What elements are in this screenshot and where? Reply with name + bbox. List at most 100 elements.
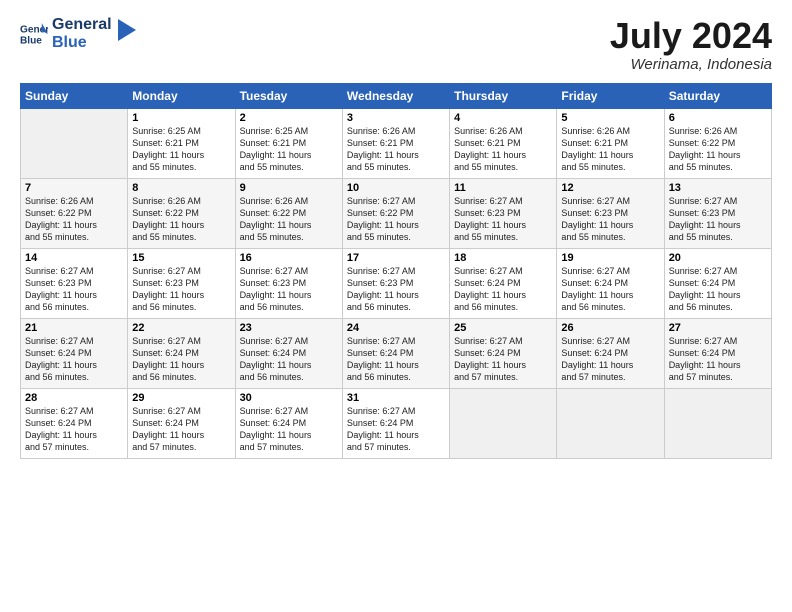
title-block: July 2024 Werinama, Indonesia	[610, 16, 772, 73]
day-info: Sunrise: 6:27 AM Sunset: 6:24 PM Dayligh…	[561, 265, 659, 314]
day-number: 21	[25, 322, 123, 334]
day-number: 11	[454, 182, 552, 194]
day-number: 25	[454, 322, 552, 334]
col-tuesday: Tuesday	[235, 83, 342, 108]
day-number: 16	[240, 252, 338, 264]
day-info: Sunrise: 6:27 AM Sunset: 6:24 PM Dayligh…	[454, 265, 552, 314]
day-number: 2	[240, 112, 338, 124]
day-cell: 31Sunrise: 6:27 AM Sunset: 6:24 PM Dayli…	[342, 388, 449, 458]
day-cell: 1Sunrise: 6:25 AM Sunset: 6:21 PM Daylig…	[128, 108, 235, 178]
day-info: Sunrise: 6:27 AM Sunset: 6:22 PM Dayligh…	[347, 195, 445, 244]
day-info: Sunrise: 6:27 AM Sunset: 6:24 PM Dayligh…	[240, 405, 338, 454]
day-info: Sunrise: 6:27 AM Sunset: 6:24 PM Dayligh…	[132, 335, 230, 384]
day-cell: 8Sunrise: 6:26 AM Sunset: 6:22 PM Daylig…	[128, 178, 235, 248]
month-year-title: July 2024	[610, 16, 772, 56]
day-info: Sunrise: 6:27 AM Sunset: 6:24 PM Dayligh…	[561, 335, 659, 384]
day-number: 29	[132, 392, 230, 404]
day-info: Sunrise: 6:26 AM Sunset: 6:22 PM Dayligh…	[132, 195, 230, 244]
day-cell: 5Sunrise: 6:26 AM Sunset: 6:21 PM Daylig…	[557, 108, 664, 178]
logo-icon: General Blue	[20, 20, 48, 48]
day-info: Sunrise: 6:26 AM Sunset: 6:22 PM Dayligh…	[25, 195, 123, 244]
day-cell: 23Sunrise: 6:27 AM Sunset: 6:24 PM Dayli…	[235, 318, 342, 388]
col-thursday: Thursday	[450, 83, 557, 108]
day-number: 7	[25, 182, 123, 194]
day-number: 6	[669, 112, 767, 124]
header-row: Sunday Monday Tuesday Wednesday Thursday…	[21, 83, 772, 108]
day-number: 15	[132, 252, 230, 264]
day-info: Sunrise: 6:27 AM Sunset: 6:23 PM Dayligh…	[454, 195, 552, 244]
day-cell: 6Sunrise: 6:26 AM Sunset: 6:22 PM Daylig…	[664, 108, 771, 178]
day-number: 9	[240, 182, 338, 194]
day-number: 12	[561, 182, 659, 194]
day-info: Sunrise: 6:27 AM Sunset: 6:24 PM Dayligh…	[669, 335, 767, 384]
day-cell: 26Sunrise: 6:27 AM Sunset: 6:24 PM Dayli…	[557, 318, 664, 388]
day-number: 1	[132, 112, 230, 124]
day-cell: 24Sunrise: 6:27 AM Sunset: 6:24 PM Dayli…	[342, 318, 449, 388]
day-number: 31	[347, 392, 445, 404]
week-row-2: 7Sunrise: 6:26 AM Sunset: 6:22 PM Daylig…	[21, 178, 772, 248]
day-cell: 29Sunrise: 6:27 AM Sunset: 6:24 PM Dayli…	[128, 388, 235, 458]
day-cell: 28Sunrise: 6:27 AM Sunset: 6:24 PM Dayli…	[21, 388, 128, 458]
day-cell	[664, 388, 771, 458]
calendar-table: Sunday Monday Tuesday Wednesday Thursday…	[20, 83, 772, 459]
day-cell: 13Sunrise: 6:27 AM Sunset: 6:23 PM Dayli…	[664, 178, 771, 248]
day-info: Sunrise: 6:27 AM Sunset: 6:24 PM Dayligh…	[454, 335, 552, 384]
day-number: 4	[454, 112, 552, 124]
logo-line2: Blue	[52, 34, 112, 52]
day-cell: 3Sunrise: 6:26 AM Sunset: 6:21 PM Daylig…	[342, 108, 449, 178]
week-row-3: 14Sunrise: 6:27 AM Sunset: 6:23 PM Dayli…	[21, 248, 772, 318]
day-cell: 4Sunrise: 6:26 AM Sunset: 6:21 PM Daylig…	[450, 108, 557, 178]
day-number: 8	[132, 182, 230, 194]
day-info: Sunrise: 6:26 AM Sunset: 6:21 PM Dayligh…	[347, 125, 445, 174]
day-number: 19	[561, 252, 659, 264]
day-info: Sunrise: 6:27 AM Sunset: 6:23 PM Dayligh…	[669, 195, 767, 244]
day-info: Sunrise: 6:27 AM Sunset: 6:23 PM Dayligh…	[240, 265, 338, 314]
day-cell: 17Sunrise: 6:27 AM Sunset: 6:23 PM Dayli…	[342, 248, 449, 318]
day-number: 26	[561, 322, 659, 334]
location-subtitle: Werinama, Indonesia	[610, 56, 772, 73]
day-info: Sunrise: 6:25 AM Sunset: 6:21 PM Dayligh…	[240, 125, 338, 174]
day-cell: 9Sunrise: 6:26 AM Sunset: 6:22 PM Daylig…	[235, 178, 342, 248]
col-friday: Friday	[557, 83, 664, 108]
day-info: Sunrise: 6:26 AM Sunset: 6:21 PM Dayligh…	[561, 125, 659, 174]
week-row-5: 28Sunrise: 6:27 AM Sunset: 6:24 PM Dayli…	[21, 388, 772, 458]
day-info: Sunrise: 6:27 AM Sunset: 6:24 PM Dayligh…	[240, 335, 338, 384]
week-row-4: 21Sunrise: 6:27 AM Sunset: 6:24 PM Dayli…	[21, 318, 772, 388]
logo: General Blue General Blue	[20, 16, 136, 51]
day-info: Sunrise: 6:27 AM Sunset: 6:23 PM Dayligh…	[25, 265, 123, 314]
day-number: 10	[347, 182, 445, 194]
day-cell: 19Sunrise: 6:27 AM Sunset: 6:24 PM Dayli…	[557, 248, 664, 318]
day-number: 14	[25, 252, 123, 264]
week-row-1: 1 Sunrise: 6:25 AM Sunset: 6:21 PM Daylig…	[21, 108, 772, 178]
svg-text:Blue: Blue	[20, 35, 42, 46]
logo-line1: General	[52, 16, 112, 34]
day-cell: 16Sunrise: 6:27 AM Sunset: 6:23 PM Dayli…	[235, 248, 342, 318]
day-cell: 27Sunrise: 6:27 AM Sunset: 6:24 PM Dayli…	[664, 318, 771, 388]
day-cell: 10Sunrise: 6:27 AM Sunset: 6:22 PM Dayli…	[342, 178, 449, 248]
day-info: Sunrise: 6:27 AM Sunset: 6:23 PM Dayligh…	[132, 265, 230, 314]
day-info: Sunrise: 6:27 AM Sunset: 6:24 PM Dayligh…	[25, 335, 123, 384]
day-cell: 15Sunrise: 6:27 AM Sunset: 6:23 PM Dayli…	[128, 248, 235, 318]
day-number: 22	[132, 322, 230, 334]
day-number: 18	[454, 252, 552, 264]
col-monday: Monday	[128, 83, 235, 108]
day-cell: 22Sunrise: 6:27 AM Sunset: 6:24 PM Dayli…	[128, 318, 235, 388]
day-cell	[21, 108, 128, 178]
day-number: 30	[240, 392, 338, 404]
day-cell: 12Sunrise: 6:27 AM Sunset: 6:23 PM Dayli…	[557, 178, 664, 248]
col-sunday: Sunday	[21, 83, 128, 108]
day-cell: 20Sunrise: 6:27 AM Sunset: 6:24 PM Dayli…	[664, 248, 771, 318]
day-number: 5	[561, 112, 659, 124]
day-number: 3	[347, 112, 445, 124]
header: General Blue General Blue July 2024 Weri…	[20, 16, 772, 73]
day-info: Sunrise: 6:26 AM Sunset: 6:21 PM Dayligh…	[454, 125, 552, 174]
day-number: 13	[669, 182, 767, 194]
day-cell	[450, 388, 557, 458]
day-cell: 25Sunrise: 6:27 AM Sunset: 6:24 PM Dayli…	[450, 318, 557, 388]
col-wednesday: Wednesday	[342, 83, 449, 108]
day-cell: 21Sunrise: 6:27 AM Sunset: 6:24 PM Dayli…	[21, 318, 128, 388]
day-cell: 18Sunrise: 6:27 AM Sunset: 6:24 PM Dayli…	[450, 248, 557, 318]
day-info: Sunrise: 6:27 AM Sunset: 6:23 PM Dayligh…	[347, 265, 445, 314]
day-info: Sunrise: 6:26 AM Sunset: 6:22 PM Dayligh…	[669, 125, 767, 174]
day-info: Sunrise: 6:26 AM Sunset: 6:22 PM Dayligh…	[240, 195, 338, 244]
